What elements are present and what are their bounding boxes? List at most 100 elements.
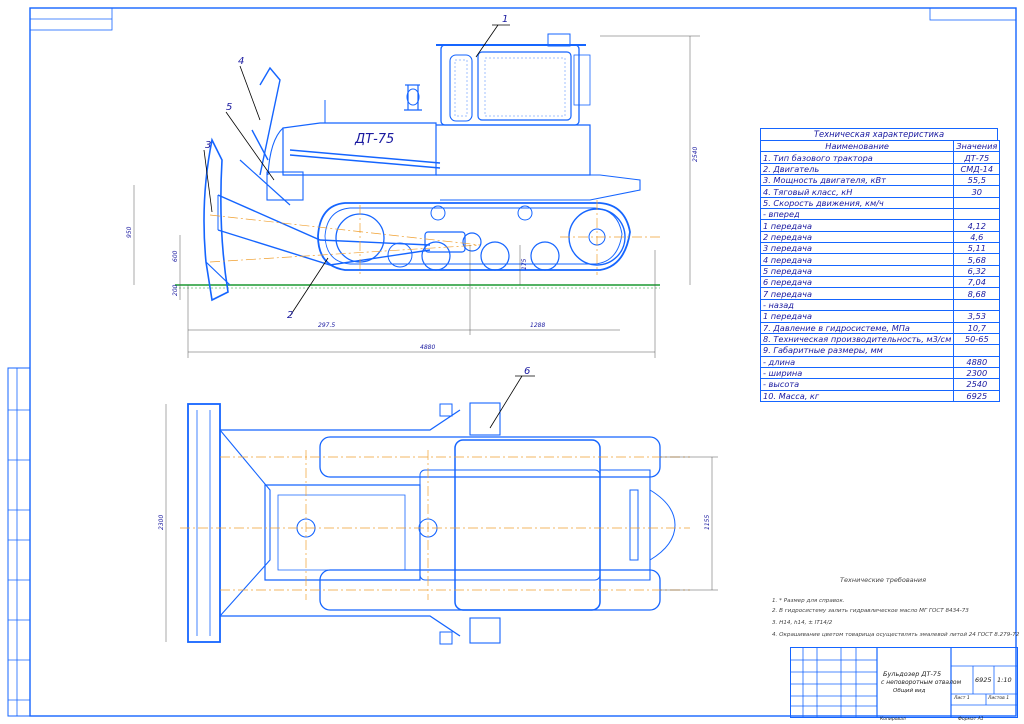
tractor-model-label: ДТ-75 bbox=[354, 132, 394, 147]
table-row: 4. Тяговый класс, кН 30 bbox=[759, 185, 1001, 198]
top-right-strip bbox=[929, 7, 1017, 21]
part-label-1: 1 bbox=[502, 14, 508, 25]
spec-name: - вперед bbox=[759, 208, 955, 221]
spec-value: 6925 bbox=[953, 389, 1001, 402]
table-row: 10. Масса, кг 6925 bbox=[759, 389, 1001, 402]
title-mass: 6925 bbox=[975, 676, 992, 684]
spec-name: 4 передача bbox=[759, 253, 955, 266]
table-row: 8. Техническая производительность, м3/см… bbox=[759, 332, 1001, 346]
dim-1288: 1288 bbox=[530, 322, 545, 329]
spec-name: - назад bbox=[759, 298, 955, 312]
table-row: 1 передача 3,53 bbox=[759, 310, 1001, 323]
spec-header-name: Наименование bbox=[759, 139, 955, 153]
spec-name: 3. Мощность двигателя, кВт bbox=[759, 174, 955, 187]
leader-lines bbox=[203, 24, 535, 429]
spec-name: 7. Давление в гидросистеме, МПа bbox=[759, 321, 955, 334]
spec-value: 4,6 bbox=[953, 230, 1001, 244]
spec-value: ДТ-75 bbox=[953, 151, 1001, 164]
table-row: - ширина 2300 bbox=[759, 366, 1001, 380]
table-row: 6 передача 7,04 bbox=[759, 276, 1001, 289]
spec-name: 10. Масса, кг bbox=[759, 389, 955, 402]
part-label-5: 5 bbox=[226, 102, 232, 113]
spec-name: 3 передача bbox=[759, 242, 955, 255]
table-row: 9. Габаритные размеры, мм bbox=[759, 344, 1001, 357]
dim-track-height: 175 bbox=[521, 258, 528, 270]
spec-name: 5. Скорость движения, км/ч bbox=[759, 196, 955, 210]
title-sheet: Лист 1 bbox=[954, 696, 970, 701]
table-row: 2 передача 4,6 bbox=[759, 230, 1001, 244]
title-name-line2: с неповоротным отвалом bbox=[881, 679, 962, 686]
format-label: Формат А1 bbox=[958, 717, 984, 722]
spec-value: 8,68 bbox=[953, 287, 1001, 300]
table-row: 3. Мощность двигателя, кВт 55,5 bbox=[759, 174, 1001, 187]
dim-4880: 4880 bbox=[420, 344, 435, 351]
spec-name: 5 передача bbox=[759, 264, 955, 278]
spec-name: 1 передача bbox=[759, 219, 955, 232]
spec-value bbox=[953, 196, 1001, 210]
table-row: - длина 4880 bbox=[759, 355, 1001, 368]
spec-table-block: Техническая характеристика Наименование … bbox=[759, 128, 1001, 402]
table-row: 5 передача 6,32 bbox=[759, 264, 1001, 278]
blade-assembly bbox=[203, 66, 482, 302]
table-row: - назад bbox=[759, 298, 1001, 312]
spec-value: 55,5 bbox=[953, 174, 1001, 187]
spec-table: Наименование Значения 1. Тип базового тр… bbox=[759, 139, 1001, 402]
table-row: 5. Скорость движения, км/ч bbox=[759, 196, 1001, 210]
spec-value: СМД-14 bbox=[953, 162, 1001, 176]
title-sheets: Листов 1 bbox=[988, 696, 1010, 701]
tractor-cab bbox=[436, 33, 591, 126]
part-label-6: 6 bbox=[524, 366, 530, 377]
dim-height-total: 2540 bbox=[692, 147, 699, 162]
spec-value: 6,32 bbox=[953, 264, 1001, 278]
table-row: 1. Тип базового трактора ДТ-75 bbox=[759, 151, 1001, 164]
spec-value: 30 bbox=[953, 185, 1001, 198]
dim-200: 200 bbox=[172, 284, 179, 296]
spec-value: 4880 bbox=[953, 355, 1001, 368]
spec-value: 50-65 bbox=[953, 332, 1001, 346]
table-row: 1 передача 4,12 bbox=[759, 219, 1001, 232]
spec-value bbox=[953, 298, 1001, 312]
spec-header-row: Наименование Значения bbox=[759, 139, 1001, 153]
spec-name: 6 передача bbox=[759, 276, 955, 289]
spec-name: 1 передача bbox=[759, 310, 955, 323]
spec-name: 2. Двигатель bbox=[759, 162, 955, 176]
spec-name: 1. Тип базового трактора bbox=[759, 151, 955, 164]
note-item: 4. Окрашивание цветом товарища осуществл… bbox=[772, 632, 1020, 638]
table-row: 7 передача 8,68 bbox=[759, 287, 1001, 300]
title-scale: 1:10 bbox=[997, 676, 1012, 684]
side-view bbox=[133, 33, 700, 358]
table-row: - вперед bbox=[759, 208, 1001, 221]
dim-blade-height: 950 bbox=[126, 226, 133, 238]
spec-value: 5,11 bbox=[953, 242, 1001, 255]
spec-value: 7,04 bbox=[953, 276, 1001, 289]
spec-value bbox=[953, 208, 1001, 221]
spec-name: 7 передача bbox=[759, 287, 955, 300]
note-item: 1. * Размер для справок. bbox=[772, 598, 845, 604]
table-row: 7. Давление в гидросистеме, МПа 10,7 bbox=[759, 321, 1001, 334]
table-row: 4 передача 5,68 bbox=[759, 253, 1001, 266]
spec-value: 4,12 bbox=[953, 219, 1001, 232]
spec-name: 4. Тяговый класс, кН bbox=[759, 185, 955, 198]
table-row: - высота 2540 bbox=[759, 378, 1001, 391]
spec-value: 5,68 bbox=[953, 253, 1001, 266]
title-name-line3: Общий вид bbox=[893, 688, 926, 694]
dim-width-2300: 2300 bbox=[158, 515, 165, 530]
table-row: 2. Двигатель СМД-14 bbox=[759, 162, 1001, 176]
spec-value bbox=[953, 344, 1001, 357]
spec-value: 2540 bbox=[953, 378, 1001, 391]
spec-value: 10,7 bbox=[953, 321, 1001, 334]
tractor-body bbox=[267, 84, 641, 201]
note-item: 2. В гидросистему залить гидравлическое … bbox=[772, 608, 969, 614]
part-label-4: 4 bbox=[238, 56, 244, 67]
dim-600: 600 bbox=[172, 250, 179, 262]
spec-value: 3,53 bbox=[953, 310, 1001, 323]
spec-name: - длина bbox=[759, 355, 955, 368]
spec-name: - ширина bbox=[759, 366, 955, 380]
title-name-line1: Бульдозер ДТ-75 bbox=[883, 670, 942, 678]
title-block: Бульдозер ДТ-75 с неповоротным отвалом О… bbox=[790, 647, 1018, 718]
notes-title: Технические требования bbox=[840, 576, 927, 584]
dim-2975: 297.5 bbox=[318, 322, 335, 329]
spec-value: 2300 bbox=[953, 366, 1001, 380]
spec-header-value: Значения bbox=[953, 139, 1001, 153]
left-stamp-column bbox=[7, 367, 31, 717]
